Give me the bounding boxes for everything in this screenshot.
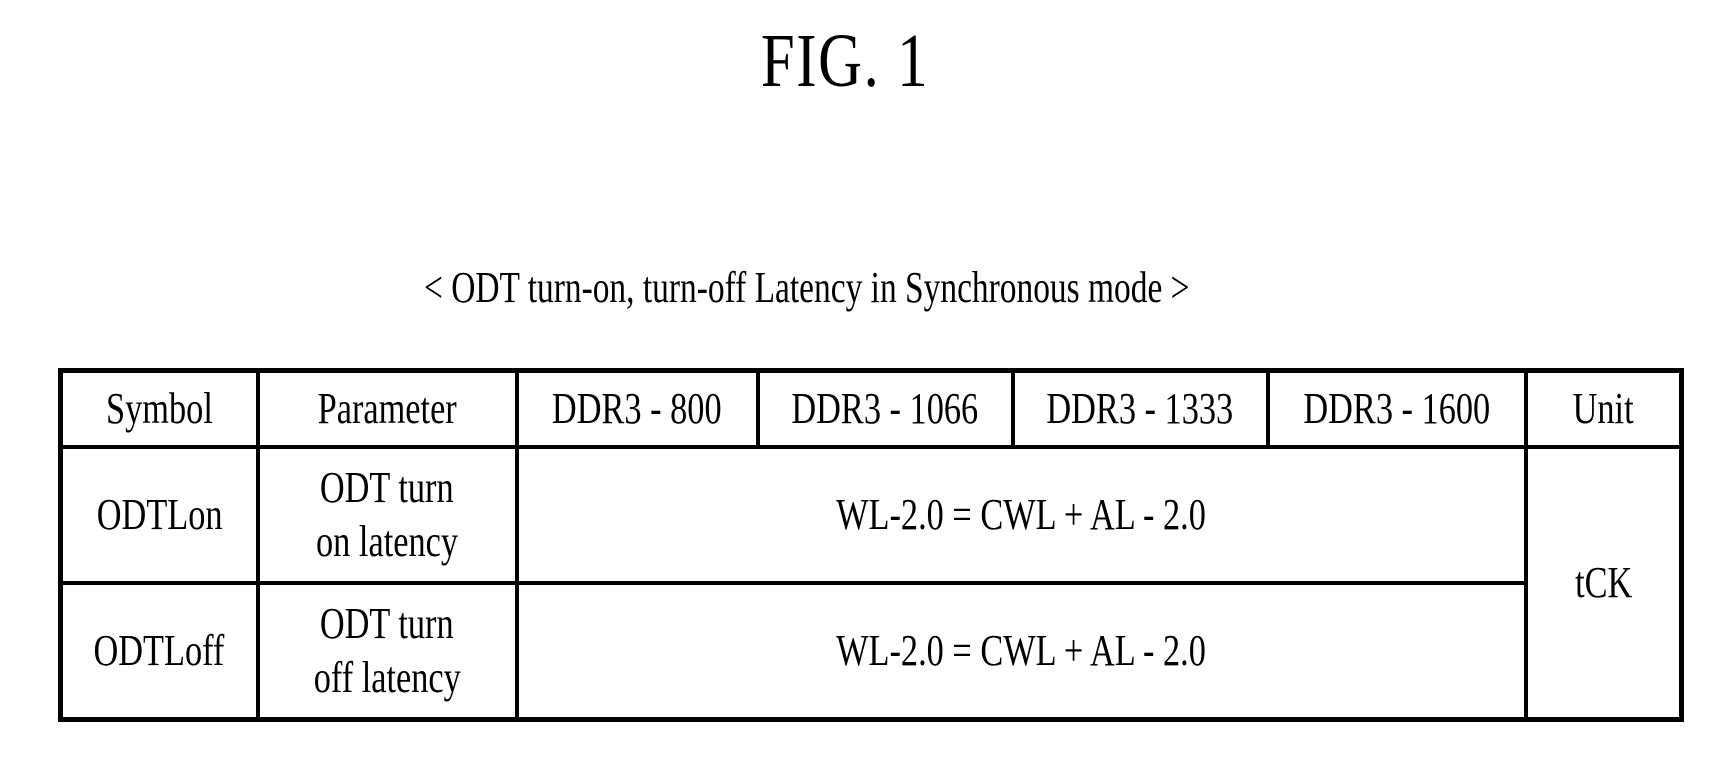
table-header-row: Symbol Parameter DDR3 - 800 DDR3 - 1066 … — [58, 368, 1684, 449]
value-cell: WL-2.0 = CWL + AL - 2.0 — [514, 445, 1528, 585]
symbol-cell: ODTLon — [58, 445, 260, 585]
header-unit: Unit — [1523, 368, 1684, 449]
symbol-cell: ODTLoff — [58, 581, 260, 722]
value-cell: WL-2.0 = CWL + AL - 2.0 — [514, 581, 1528, 722]
header-ddr3-1066: DDR3 - 1066 — [755, 368, 1015, 449]
table-caption: < ODT turn-on, turn-off Latency in Synch… — [424, 263, 1190, 312]
header-ddr3-1333: DDR3 - 1333 — [1010, 368, 1270, 449]
table-row: ODTLon ODT turn on latency WL-2.0 = CWL … — [58, 445, 1684, 722]
parameter-cell: ODT turn off latency — [255, 581, 519, 722]
parameter-cell: ODT turn on latency — [255, 445, 519, 585]
figure-title: FIG. 1 — [760, 19, 930, 103]
unit-cell: tCK — [1523, 445, 1684, 722]
header-symbol: Symbol — [58, 368, 260, 449]
header-ddr3-1600: DDR3 - 1600 — [1265, 368, 1528, 449]
table-row: ODTLoff ODT turn off latency WL-2.0 = CW… — [58, 581, 1682, 722]
odt-latency-table: Symbol Parameter DDR3 - 800 DDR3 - 1066 … — [58, 368, 1684, 722]
header-ddr3-800: DDR3 - 800 — [514, 368, 760, 449]
header-parameter: Parameter — [255, 368, 519, 449]
